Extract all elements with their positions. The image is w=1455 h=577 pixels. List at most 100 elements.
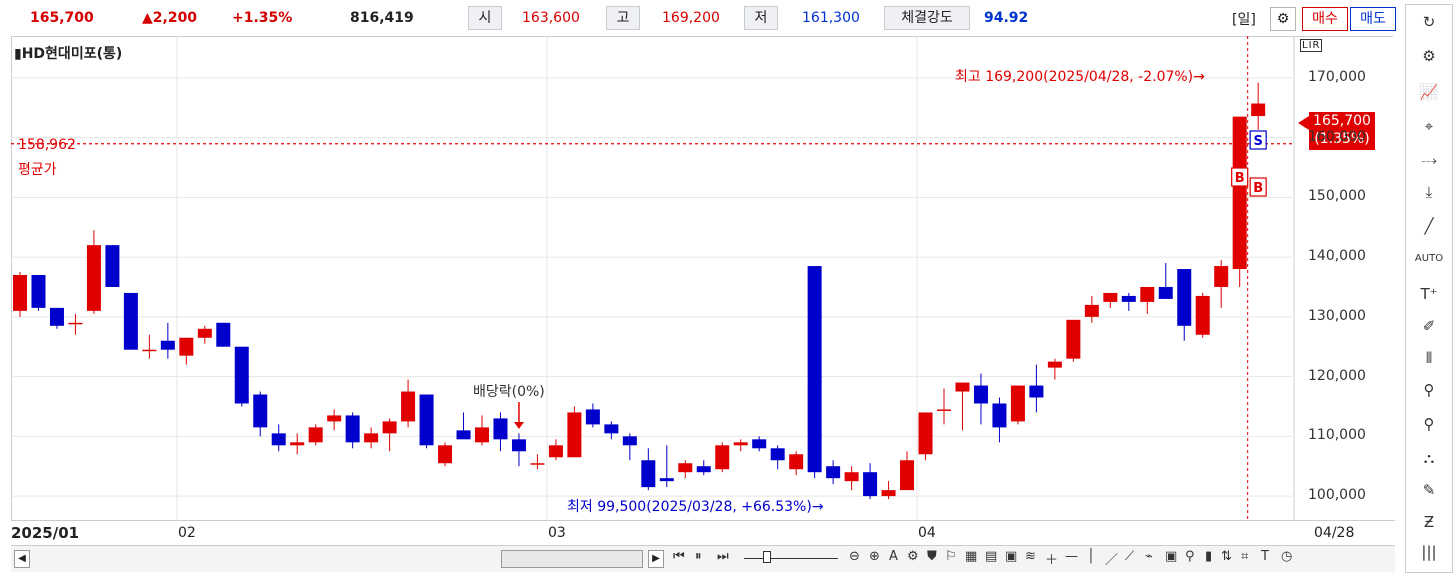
high-label: 고 bbox=[606, 6, 640, 30]
pattern-icon[interactable]: ⌁ bbox=[1145, 549, 1153, 564]
template-icon[interactable]: ▦ bbox=[965, 549, 977, 564]
refresh-icon[interactable]: ↻ bbox=[1406, 13, 1452, 31]
fibo-icon[interactable]: ⟋ bbox=[1125, 549, 1134, 564]
candle-body bbox=[937, 409, 951, 411]
candle-body bbox=[1251, 103, 1266, 117]
table-icon[interactable]: ▤ bbox=[985, 549, 997, 564]
hline-tool-icon[interactable]: ⤏ bbox=[1406, 151, 1452, 169]
candle-body bbox=[419, 394, 434, 446]
sort-icon[interactable]: ⇅ bbox=[1221, 549, 1232, 564]
delete-tool-icon[interactable]: ✐ bbox=[1406, 317, 1452, 335]
candle-body bbox=[1103, 292, 1118, 302]
candle-body bbox=[696, 466, 711, 473]
text-tool-icon[interactable]: T⁺ bbox=[1406, 285, 1452, 303]
marker-icon[interactable]: ▮ bbox=[1205, 549, 1212, 564]
price-chart[interactable]: B S B bbox=[11, 36, 1395, 520]
compare-icon[interactable]: ▣ bbox=[1005, 549, 1017, 564]
crosshair-icon[interactable]: ＋ bbox=[1045, 549, 1058, 568]
zoom-out-icon[interactable]: ⊖ bbox=[849, 549, 860, 564]
text-icon[interactable]: T bbox=[1261, 549, 1269, 564]
candle-body bbox=[1066, 319, 1081, 359]
sell-button[interactable]: 매도 bbox=[1350, 7, 1396, 31]
hline-icon[interactable]: — bbox=[1065, 549, 1078, 564]
last-icon[interactable]: ⏭ bbox=[717, 549, 729, 564]
avg-price-value: 158,962 bbox=[18, 137, 76, 153]
zoom-slider[interactable] bbox=[744, 558, 838, 559]
y-axis-label: 140,000 bbox=[1308, 248, 1366, 265]
candle-body bbox=[364, 433, 379, 443]
wave-icon[interactable]: ≋ bbox=[1025, 549, 1036, 564]
low-annotation: 최저 99,500(2025/03/28, +66.53%)→ bbox=[567, 499, 824, 515]
candle-body bbox=[789, 454, 804, 470]
candle-body bbox=[511, 439, 526, 452]
draw-icon[interactable]: ✎ bbox=[1406, 481, 1452, 499]
dividend-arrow-head bbox=[513, 422, 524, 429]
candle-body bbox=[160, 340, 175, 350]
gear-icon[interactable]: ⚙ bbox=[1406, 47, 1452, 65]
trendline-tool-icon[interactable]: ╱ bbox=[1406, 217, 1452, 235]
vline-icon[interactable]: │ bbox=[1087, 549, 1095, 564]
mode-badges[interactable]: LIR bbox=[1300, 39, 1323, 52]
zoom-tool-icon[interactable]: ⚲ bbox=[1406, 381, 1452, 399]
candle-body bbox=[493, 418, 508, 440]
settings-gear-icon[interactable]: ⚙ bbox=[1270, 7, 1296, 31]
signal-b1: B bbox=[1235, 171, 1245, 186]
analysis-icon[interactable]: ⛬ bbox=[1406, 449, 1452, 467]
chart-settings-icon[interactable]: 📈 bbox=[1406, 83, 1452, 101]
period-selector[interactable]: [일] bbox=[1232, 9, 1256, 29]
candle-body bbox=[1029, 385, 1044, 398]
pause-icon[interactable]: ⏸ bbox=[695, 549, 702, 564]
candle-body bbox=[345, 415, 360, 443]
indicator-icon[interactable]: ⛊ bbox=[927, 549, 937, 564]
zoom-list-icon[interactable]: ⚲ bbox=[1406, 415, 1452, 433]
y-axis-label: 130,000 bbox=[1308, 307, 1366, 324]
strength-value: 94.92 bbox=[984, 10, 1029, 26]
candle-body bbox=[31, 275, 46, 308]
auto-trend-icon[interactable]: AUTO bbox=[1406, 253, 1452, 264]
candle-body bbox=[622, 436, 637, 446]
crosshair-tool-icon[interactable]: ⌖ bbox=[1406, 117, 1452, 135]
candle-body bbox=[548, 445, 563, 458]
search-icon[interactable]: ⚲ bbox=[1185, 549, 1195, 564]
zoom-slider-handle[interactable] bbox=[763, 551, 771, 563]
scroll-right-button[interactable]: ▶ bbox=[648, 550, 664, 568]
candle-type-icon[interactable]: ⫴ bbox=[1406, 349, 1452, 367]
high-value: 169,200 bbox=[662, 10, 720, 26]
date-axis: 2025/01 02 03 04 04/28 bbox=[11, 520, 1395, 545]
candle-body bbox=[733, 442, 748, 446]
clock-icon[interactable]: ◷ bbox=[1281, 549, 1292, 564]
avg-price-label: 평균가 bbox=[18, 162, 57, 178]
sum-icon[interactable]: Ƶ bbox=[1406, 513, 1452, 531]
save-icon[interactable]: ▣ bbox=[1165, 549, 1177, 564]
candle-body bbox=[770, 448, 785, 461]
candle-body bbox=[955, 382, 970, 392]
font-icon[interactable]: A bbox=[889, 549, 898, 564]
high-annotation: 최고 169,200(2025/04/28, -2.07%)→ bbox=[955, 69, 1205, 85]
bars-icon[interactable]: ||| bbox=[1406, 543, 1452, 561]
gear-icon[interactable]: ⚙ bbox=[907, 549, 919, 564]
candle-body bbox=[1121, 295, 1136, 302]
current-price: 165,700 bbox=[30, 10, 94, 26]
candle-body bbox=[456, 430, 471, 440]
candle-body bbox=[271, 433, 286, 446]
stock-name: ▮HD현대미포(통) bbox=[14, 46, 123, 62]
candle-body bbox=[752, 439, 767, 449]
candle-body bbox=[918, 412, 933, 455]
zoom-in-icon[interactable]: ⊕ bbox=[869, 549, 880, 564]
first-icon[interactable]: ⏮ bbox=[673, 549, 685, 564]
price-change-pct: +1.35% bbox=[232, 10, 293, 26]
vline-tool-icon[interactable]: ⤓ bbox=[1406, 183, 1452, 201]
trendline-icon[interactable]: ／ bbox=[1105, 549, 1118, 568]
candle-body bbox=[49, 307, 64, 326]
candle-body bbox=[1177, 269, 1192, 326]
scroll-left-button[interactable]: ◀ bbox=[14, 550, 30, 568]
buy-button[interactable]: 매수 bbox=[1302, 7, 1348, 31]
candle-body bbox=[308, 427, 323, 443]
current-tag-price: 165,700 bbox=[1313, 113, 1371, 129]
candle-body bbox=[1232, 116, 1247, 270]
fit-icon[interactable]: ⌗ bbox=[1241, 549, 1248, 564]
chart-type-icon[interactable]: ⚐ bbox=[945, 549, 957, 564]
date-label-apr: 04 bbox=[918, 525, 936, 541]
scroll-thumb[interactable] bbox=[501, 550, 643, 568]
bottom-toolbar: ◀ ▶ ⏮ ⏸ ⏭ ⊖ ⊕ A ⚙ ⛊ ⚐ ▦ ▤ ▣ ≋ ＋ — │ ／ ⟋ … bbox=[11, 545, 1395, 572]
